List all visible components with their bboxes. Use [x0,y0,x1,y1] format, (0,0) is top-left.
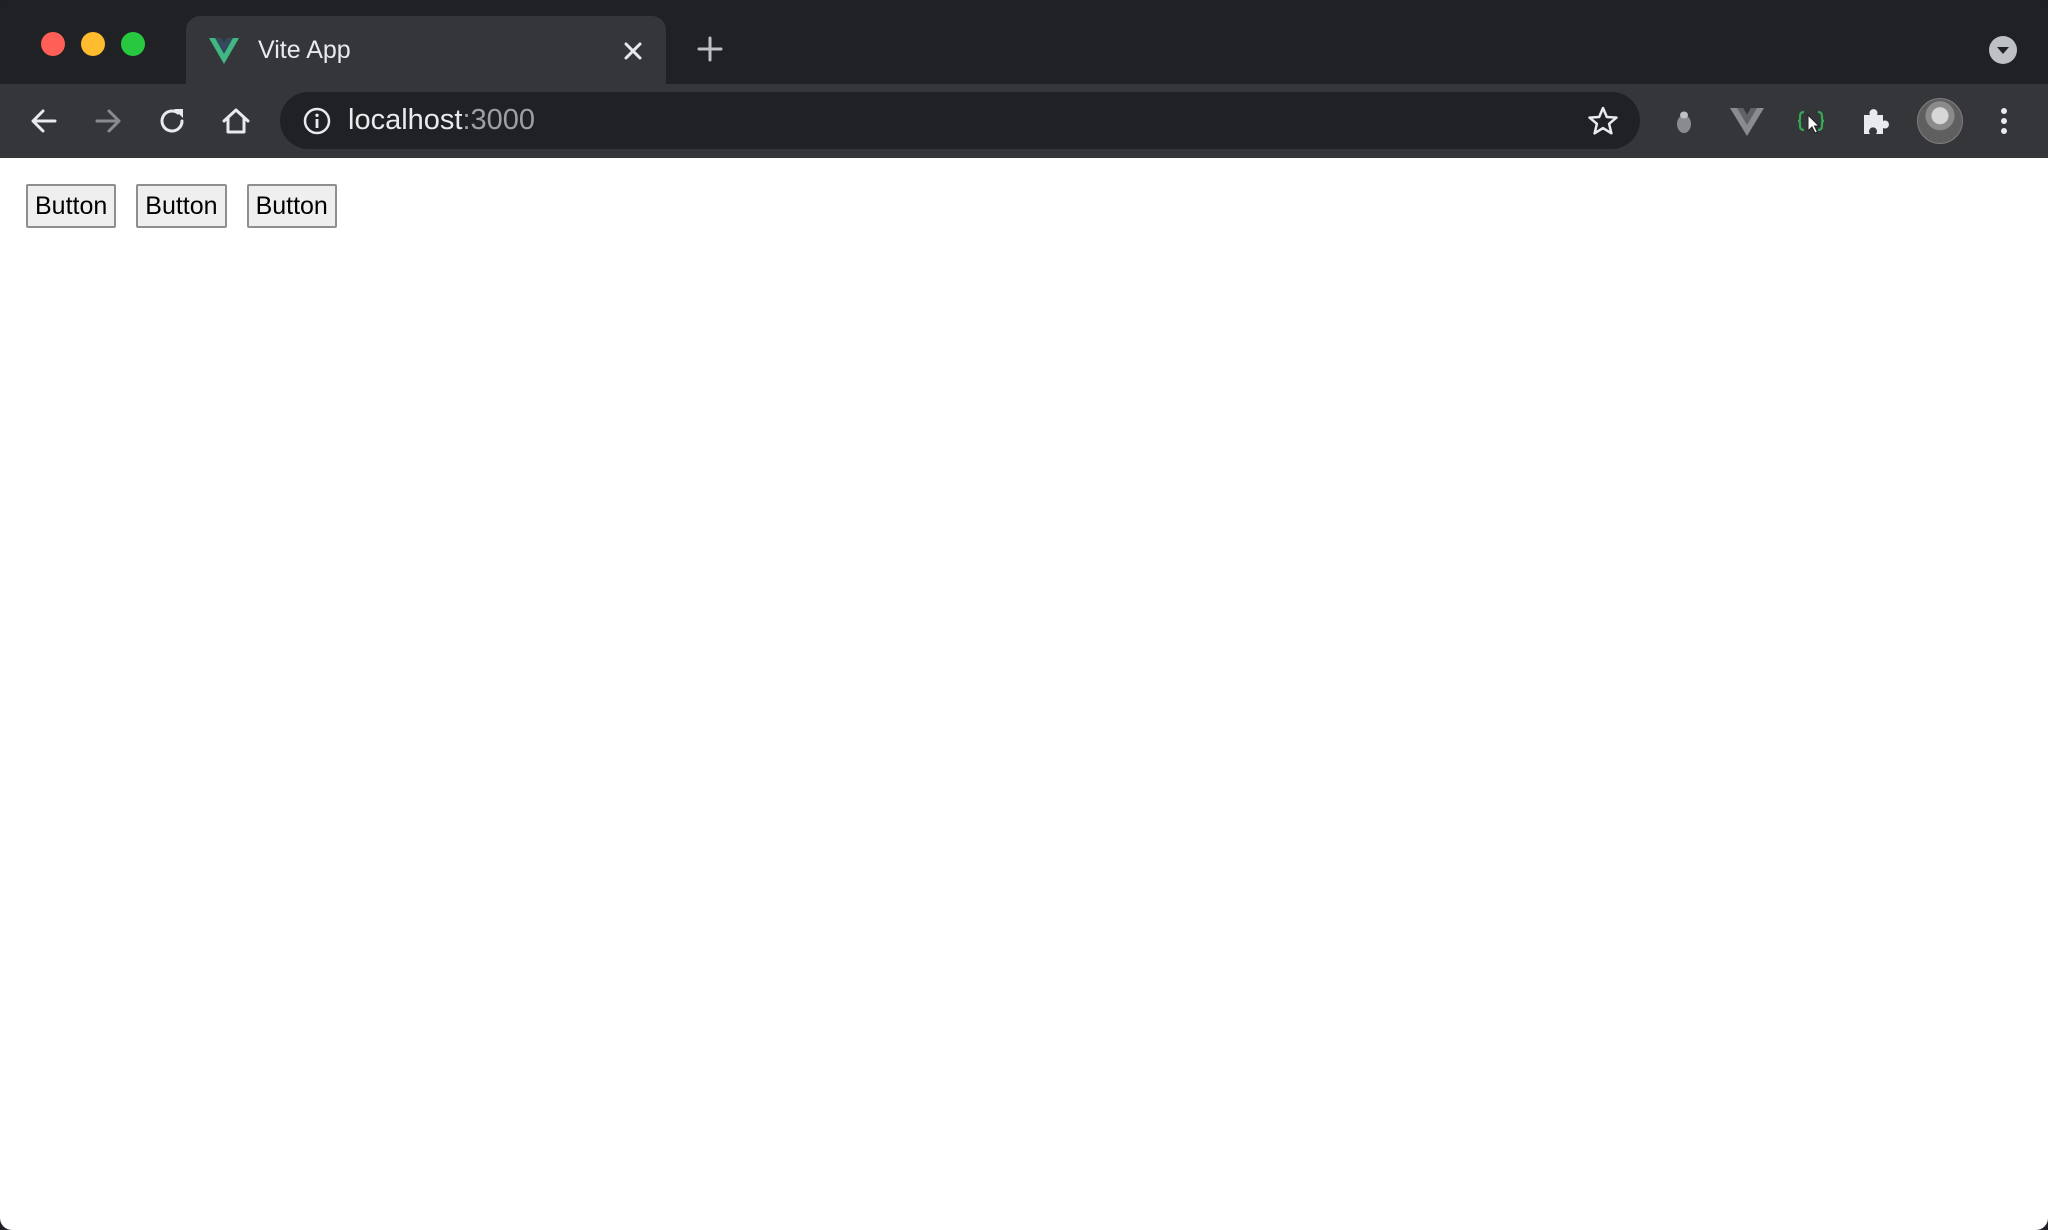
tab-search-icon[interactable] [1989,36,2017,64]
bookmark-star-icon[interactable] [1586,104,1620,138]
tab-title: Vite App [258,36,351,64]
tab-active[interactable]: Vite App [186,16,666,84]
vue-devtools-icon[interactable] [1728,102,1766,140]
vue-logo-icon [208,35,240,67]
home-icon[interactable] [217,102,255,140]
reload-icon[interactable] [153,102,191,140]
toolbar: localhost:3000 [0,84,2048,158]
back-arrow-icon[interactable] [25,102,63,140]
button-2[interactable]: Button [136,184,227,228]
close-tab-icon[interactable] [618,36,648,66]
url-text[interactable]: localhost:3000 [348,103,535,137]
extension-cursor-icon[interactable] [1792,102,1830,140]
forward-arrow-icon[interactable] [89,102,127,140]
url-port: :3000 [462,104,536,136]
button-row: Button Button Button [26,184,337,228]
button-1[interactable]: Button [26,184,117,228]
browser-window: Vite App localhost:3000 Button Button Bu… [0,0,2048,1230]
url-host: localhost [348,104,463,136]
site-info-icon[interactable] [302,106,332,136]
profile-avatar[interactable] [1917,98,1963,144]
window-maximize-button[interactable] [121,32,145,56]
window-close-button[interactable] [41,32,65,56]
more-menu-icon[interactable] [1985,102,2023,140]
new-tab-icon[interactable] [694,33,726,65]
window-minimize-button[interactable] [81,32,105,56]
button-3[interactable]: Button [246,184,337,228]
extensions-puzzle-icon[interactable] [1856,102,1894,140]
address-bar[interactable]: localhost:3000 [280,92,1640,149]
tab-strip: Vite App [0,0,2048,84]
page-viewport: Button Button Button [0,158,2048,1230]
extension-grey-icon[interactable] [1665,102,1703,140]
